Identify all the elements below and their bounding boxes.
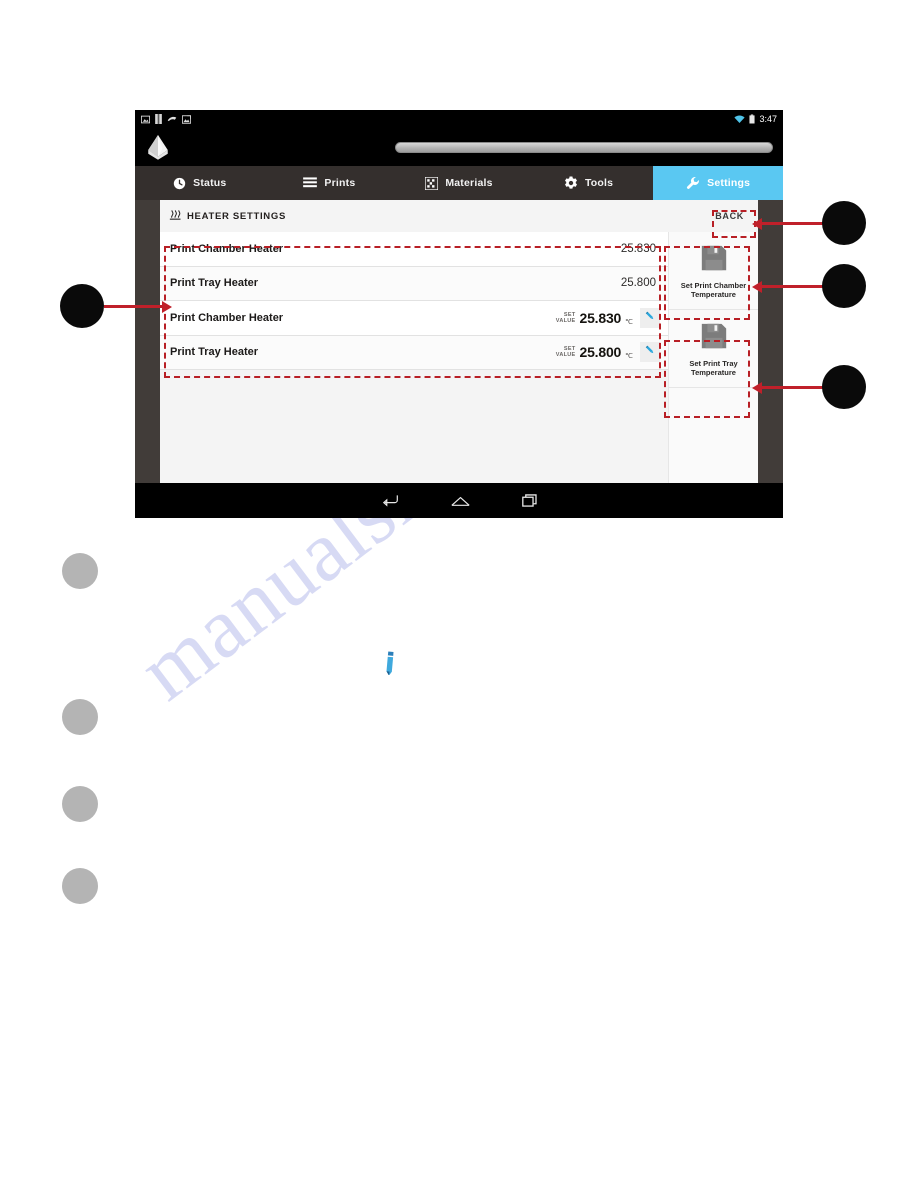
content-gutter-right	[758, 200, 783, 483]
tab-tools[interactable]: Tools	[524, 166, 654, 200]
callout-dot-step-3[interactable]	[62, 786, 98, 822]
home-key[interactable]	[450, 495, 470, 507]
callout-dot-rows[interactable]	[60, 284, 104, 328]
tab-materials-label: Materials	[445, 177, 493, 189]
wrench-icon	[686, 176, 700, 190]
callout-dot-step-1[interactable]	[62, 553, 98, 589]
tab-prints-label: Prints	[324, 177, 356, 189]
content-gutter-left	[135, 200, 160, 483]
image-icon	[182, 114, 191, 124]
callout-dot-back[interactable]	[822, 201, 866, 245]
page-title-label: HEATER SETTINGS	[187, 210, 286, 222]
highlight-heater-rows	[164, 246, 661, 378]
gear-icon	[564, 176, 578, 190]
android-status-bar: 3:47	[135, 110, 783, 128]
tab-status-label: Status	[193, 177, 227, 189]
back-arrow-icon	[382, 495, 398, 507]
main-tab-strip: Status Prints Materials Tools Settings	[135, 166, 783, 200]
recents-key[interactable]	[521, 494, 537, 507]
highlight-back-button	[712, 210, 756, 238]
heat-waves-icon	[169, 209, 181, 224]
clock-icon	[173, 177, 186, 190]
grid-dots-icon	[425, 176, 439, 190]
home-icon	[450, 496, 470, 506]
battery-icon	[749, 114, 756, 124]
status-bar-left-icons	[141, 114, 191, 124]
callout-dot-step-2[interactable]	[62, 699, 98, 735]
callout-dot-step-4[interactable]	[62, 868, 98, 904]
usb-debug-icon	[167, 116, 177, 122]
tab-prints[interactable]: Prints	[265, 166, 395, 200]
back-key[interactable]	[382, 494, 399, 507]
highlight-set-tray-button	[664, 340, 750, 418]
tab-status[interactable]: Status	[135, 166, 265, 200]
screenshot-icon	[141, 115, 150, 123]
tab-tools-label: Tools	[584, 177, 614, 189]
page-title: HEATER SETTINGS	[169, 209, 286, 224]
callout-dot-tray[interactable]	[822, 365, 866, 409]
progress-bar-track[interactable]	[395, 141, 773, 153]
panel-header: HEATER SETTINGS BACK	[160, 200, 758, 232]
status-bar-clock: 3:47	[759, 113, 777, 124]
android-nav-bar	[135, 483, 783, 518]
tab-settings-label: Settings	[707, 177, 751, 189]
sim-card-icon	[155, 114, 162, 124]
wifi-icon	[734, 115, 746, 123]
list-lines-icon	[303, 177, 318, 189]
watermark-pencil-icon	[386, 651, 394, 675]
callout-dot-chamber[interactable]	[822, 264, 866, 308]
tab-settings[interactable]: Settings	[653, 166, 783, 200]
status-bar-right-icons: 3:47	[734, 114, 777, 124]
tab-materials[interactable]: Materials	[394, 166, 524, 200]
printer-logo-icon	[148, 135, 168, 160]
highlight-set-chamber-button	[664, 246, 750, 320]
recent-apps-icon	[521, 494, 537, 507]
app-title-bar	[135, 128, 783, 166]
